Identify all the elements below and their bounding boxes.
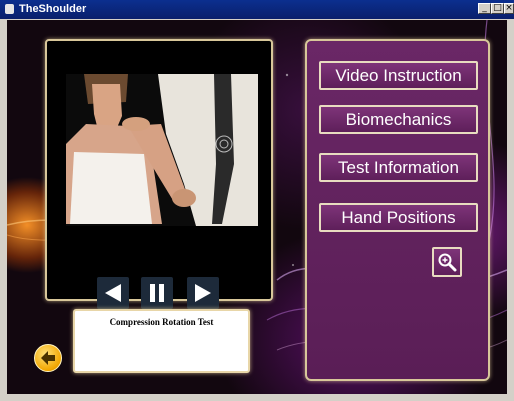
window-title: TheShoulder [19, 3, 87, 15]
previous-button[interactable] [97, 277, 129, 309]
hand-positions-button[interactable]: Hand Positions [319, 203, 478, 232]
video-still-image [66, 74, 258, 226]
biomechanics-button[interactable]: Biomechanics [319, 105, 478, 134]
test-name: Compression Rotation Test [109, 317, 214, 327]
title-bar: TheShoulder _ □ × [0, 0, 514, 19]
zoom-button[interactable] [432, 247, 462, 277]
magnifier-icon [438, 253, 457, 272]
pause-button[interactable] [141, 277, 173, 309]
next-icon [195, 284, 211, 302]
video-panel [45, 39, 273, 309]
previous-icon [105, 284, 121, 302]
back-button[interactable] [34, 344, 62, 372]
close-button[interactable]: × [504, 3, 514, 14]
next-button[interactable] [187, 277, 219, 309]
back-arrow-icon [41, 351, 55, 365]
app-icon [5, 4, 14, 14]
test-information-button[interactable]: Test Information [319, 153, 478, 182]
app-window: TheShoulder _ □ × Compression Rotation T… [0, 0, 514, 401]
test-caption-box: Compression Rotation Test [73, 309, 250, 373]
maximize-button[interactable]: □ [491, 3, 504, 14]
main-stage: Compression Rotation Test Video Instruct… [7, 20, 507, 394]
menu-panel: Video Instruction Biomechanics Test Info… [305, 39, 490, 381]
video-frame[interactable] [66, 74, 258, 226]
minimize-button[interactable]: _ [478, 3, 491, 14]
video-instruction-button[interactable]: Video Instruction [319, 61, 478, 90]
pause-icon [150, 284, 164, 302]
